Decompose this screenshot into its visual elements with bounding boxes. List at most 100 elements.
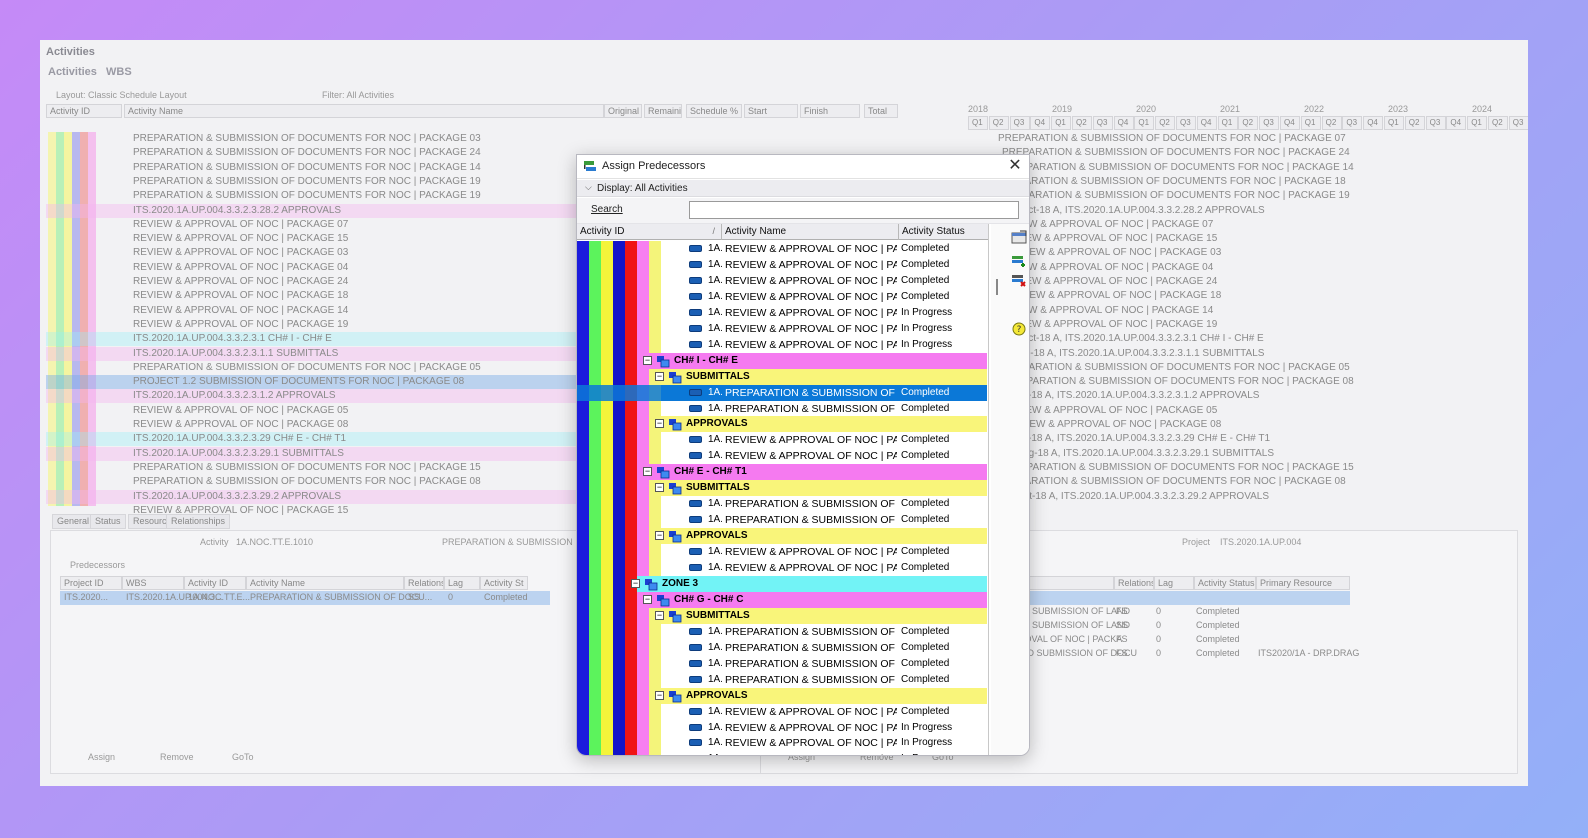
activity-row[interactable]: REVIEW & APPROVAL OF NOC | PACKAGE 03 (46, 246, 586, 260)
activity-row[interactable]: 1A.REVIEW & APPROVAL OF NOC | PACKAGE In … (661, 321, 987, 337)
activity-row[interactable]: 1A.REVIEW & APPROVAL OF NOC | PACKAGE Com… (661, 241, 987, 257)
column-activity-name[interactable]: Activity Name (722, 224, 899, 240)
collapse-icon[interactable]: − (655, 610, 664, 620)
column-header[interactable]: Schedule % (686, 104, 742, 118)
activity-row[interactable]: ITS.2020.1A.UP.004.3.3.2.3.1.2 APPROVALS (46, 389, 586, 404)
column-header[interactable]: Activity ID (46, 104, 122, 118)
remove-button[interactable]: Remove (160, 752, 194, 762)
pred-column-header[interactable]: Lag (444, 576, 480, 590)
activity-row[interactable]: 1A.REVIEW & APPROVAL OF NOC | PACKAGE Com… (661, 544, 987, 560)
activity-row[interactable]: 1A.PREPARATION & SUBMISSION OF DOCUMENTS… (661, 401, 987, 417)
column-header[interactable]: Total (864, 104, 898, 118)
activity-row[interactable]: PROJECT 1.2 SUBMISSION OF DOCUMENTS FOR … (46, 375, 586, 390)
activity-row[interactable]: 1A.REVIEW & APPROVAL OF NOC | PACKAGE In … (661, 751, 987, 755)
wbs-row[interactable]: − CH# I - CH# E (643, 352, 987, 369)
collapse-icon[interactable]: − (655, 690, 664, 700)
activity-row-selected[interactable]: 1A.PREPARATION & SUBMISSION OF DOCUMENTS… (661, 384, 987, 401)
wbs-row[interactable]: − APPROVALS (655, 687, 987, 704)
grid-dialog-icon[interactable] (1011, 230, 1027, 244)
close-icon[interactable]: ✕ (1005, 156, 1025, 176)
activity-row[interactable]: PREPARATION & SUBMISSION OF DOCUMENTS FO… (46, 361, 586, 375)
wbs-row[interactable]: − ZONE 3 (631, 575, 987, 592)
activity-row[interactable]: PREPARATION & SUBMISSION OF DOCUMENTS FO… (46, 175, 586, 189)
column-activity-status[interactable]: Activity Status (899, 224, 988, 240)
collapse-icon[interactable]: − (631, 578, 640, 588)
wbs-row[interactable]: − APPROVALS (655, 528, 987, 545)
predecessor-row[interactable]: ITS.2020... ITS.2020.1A.UP.004.3... 1A.NOC… (60, 591, 550, 605)
activity-row[interactable]: REVIEW & APPROVAL OF NOC | PACKAGE 15 (46, 504, 586, 518)
activity-row[interactable]: PREPARATION & SUBMISSION OF DOCUMENTS FO… (46, 146, 586, 160)
activity-row[interactable]: REVIEW & APPROVAL OF NOC | PACKAGE 04 (46, 261, 586, 275)
activity-row[interactable]: ITS.2020.1A.UP.004.3.3.2.3.28.2 APPROVAL… (46, 203, 586, 218)
activity-row[interactable]: REVIEW & APPROVAL OF NOC | PACKAGE 19 (46, 318, 586, 332)
column-header[interactable]: Remaining (644, 104, 682, 118)
activity-row[interactable]: ITS.2020.1A.UP.004.3.3.2.3.29.1 SUBMITTA… (46, 446, 586, 461)
activity-row[interactable]: ITS.2020.1A.UP.004.3.3.2.3.1 CH# I - CH#… (46, 332, 586, 347)
view-tab[interactable]: WBS (106, 66, 132, 78)
search-input[interactable] (689, 201, 1019, 219)
column-header[interactable]: Original (604, 104, 642, 118)
collapse-icon[interactable]: − (655, 371, 664, 381)
pred-column-header[interactable]: WBS (122, 576, 184, 590)
wbs-row[interactable]: − SUBMITTALS (655, 368, 987, 385)
collapse-icon[interactable]: − (643, 594, 652, 604)
activity-row[interactable]: PREPARATION & SUBMISSION OF DOCUMENTS FO… (46, 461, 586, 475)
collapse-icon[interactable]: − (643, 355, 652, 365)
collapse-icon[interactable]: − (643, 467, 652, 477)
assign-button[interactable]: Assign (88, 752, 115, 762)
succ-column-header[interactable]: Relations (1114, 576, 1154, 590)
successor-row-selected[interactable] (990, 591, 1350, 605)
display-filter-bar[interactable]: ⌵ Display: All Activities (577, 180, 1029, 197)
activity-row[interactable]: REVIEW & APPROVAL OF NOC | PACKAGE 14 (46, 304, 586, 318)
detail-tab[interactable]: Relationships (166, 514, 231, 529)
activity-row[interactable]: PREPARATION & SUBMISSION OF DOCUMENTS FO… (46, 161, 586, 175)
activity-row[interactable]: ITS.2020.1A.UP.004.3.3.2.3.29.2 APPROVAL… (46, 489, 586, 504)
column-header[interactable]: Activity Name (124, 104, 604, 118)
scrollbar-thumb[interactable] (996, 279, 998, 295)
succ-column-header[interactable]: Primary Resource (1256, 576, 1350, 590)
pred-column-header[interactable]: Activity Name (246, 576, 404, 590)
activity-row[interactable]: 1A.PREPARATION & SUBMISSION OF DOCUMENTS… (661, 496, 987, 512)
activity-row[interactable]: REVIEW & APPROVAL OF NOC | PACKAGE 05 (46, 404, 586, 418)
pred-column-header[interactable]: Project ID (60, 576, 122, 590)
activity-row[interactable]: 1A.REVIEW & APPROVAL OF NOC | PACKAGE In … (661, 337, 987, 353)
activity-row[interactable]: 1A.PREPARATION & SUBMISSION OF DOCUMENTS… (661, 640, 987, 656)
activity-row[interactable]: REVIEW & APPROVAL OF NOC | PACKAGE 15 (46, 232, 586, 246)
pred-column-header[interactable]: Activity St (480, 576, 528, 590)
wbs-row[interactable]: − CH# G - CH# C (643, 591, 987, 608)
collapse-icon[interactable]: − (655, 419, 664, 429)
activity-row[interactable]: REVIEW & APPROVAL OF NOC | PACKAGE 18 (46, 289, 586, 303)
activity-row[interactable]: 1A.REVIEW & APPROVAL OF NOC | PACKAGE Com… (661, 704, 987, 720)
pred-column-header[interactable]: Relations (404, 576, 444, 590)
collapse-icon[interactable]: − (655, 483, 664, 493)
activity-row[interactable]: 1A.REVIEW & APPROVAL OF NOC | PACKAGE Com… (661, 432, 987, 448)
activity-row[interactable]: REVIEW & APPROVAL OF NOC | PACKAGE 07 (46, 218, 586, 232)
collapse-icon[interactable]: − (655, 531, 664, 541)
activity-row[interactable]: 1A.PREPARATION & SUBMISSION OF DOCUMENTS… (661, 512, 987, 528)
activity-row[interactable]: PREPARATION & SUBMISSION OF DOCUMENTS FO… (46, 189, 586, 203)
succ-column-header[interactable]: Activity Status (1194, 576, 1256, 590)
chevron-down-icon[interactable]: ⌵ (585, 182, 592, 193)
activity-row[interactable]: 1A.REVIEW & APPROVAL OF NOC | PACKAGE Com… (661, 257, 987, 273)
goto-button[interactable]: GoTo (232, 752, 254, 762)
wbs-row[interactable]: − APPROVALS (655, 416, 987, 433)
activity-row[interactable]: PREPARATION & SUBMISSION OF DOCUMENTS FO… (46, 475, 586, 489)
column-header[interactable]: Start (744, 104, 798, 118)
activity-row[interactable]: 1A.REVIEW & APPROVAL OF NOC | PACKAGE In … (661, 735, 987, 751)
activity-row[interactable]: ITS.2020.1A.UP.004.3.3.2.3.1.1 SUBMITTAL… (46, 346, 586, 361)
activity-row[interactable]: PREPARATION & SUBMISSION OF DOCUMENTS FO… (46, 132, 586, 146)
help-icon[interactable]: ? (1011, 322, 1027, 336)
activity-row[interactable]: 1A.PREPARATION & SUBMISSION OF DOCUMENTS… (661, 656, 987, 672)
view-tab[interactable]: Activities (48, 66, 97, 78)
add-activity-icon[interactable] (1011, 254, 1027, 268)
detail-tab[interactable]: Status (90, 514, 126, 529)
activity-row[interactable]: 1A.REVIEW & APPROVAL OF NOC | PACKAGE Com… (661, 448, 987, 464)
activity-row[interactable]: 1A.REVIEW & APPROVAL OF NOC | PACKAGE In … (661, 720, 987, 736)
activity-row[interactable]: 1A.REVIEW & APPROVAL OF NOC | PACKAGE Com… (661, 560, 987, 576)
remove-activity-icon[interactable] (1011, 273, 1027, 287)
column-activity-id[interactable]: Activity ID / (577, 224, 722, 240)
activity-row[interactable]: 1A.REVIEW & APPROVAL OF NOC | PACKAGE In … (661, 305, 987, 321)
activity-row[interactable]: 1A.PREPARATION & SUBMISSION OF DOCUMENTS… (661, 672, 987, 688)
pred-column-header[interactable]: Activity ID (184, 576, 246, 590)
detail-tab[interactable]: General (52, 514, 95, 529)
